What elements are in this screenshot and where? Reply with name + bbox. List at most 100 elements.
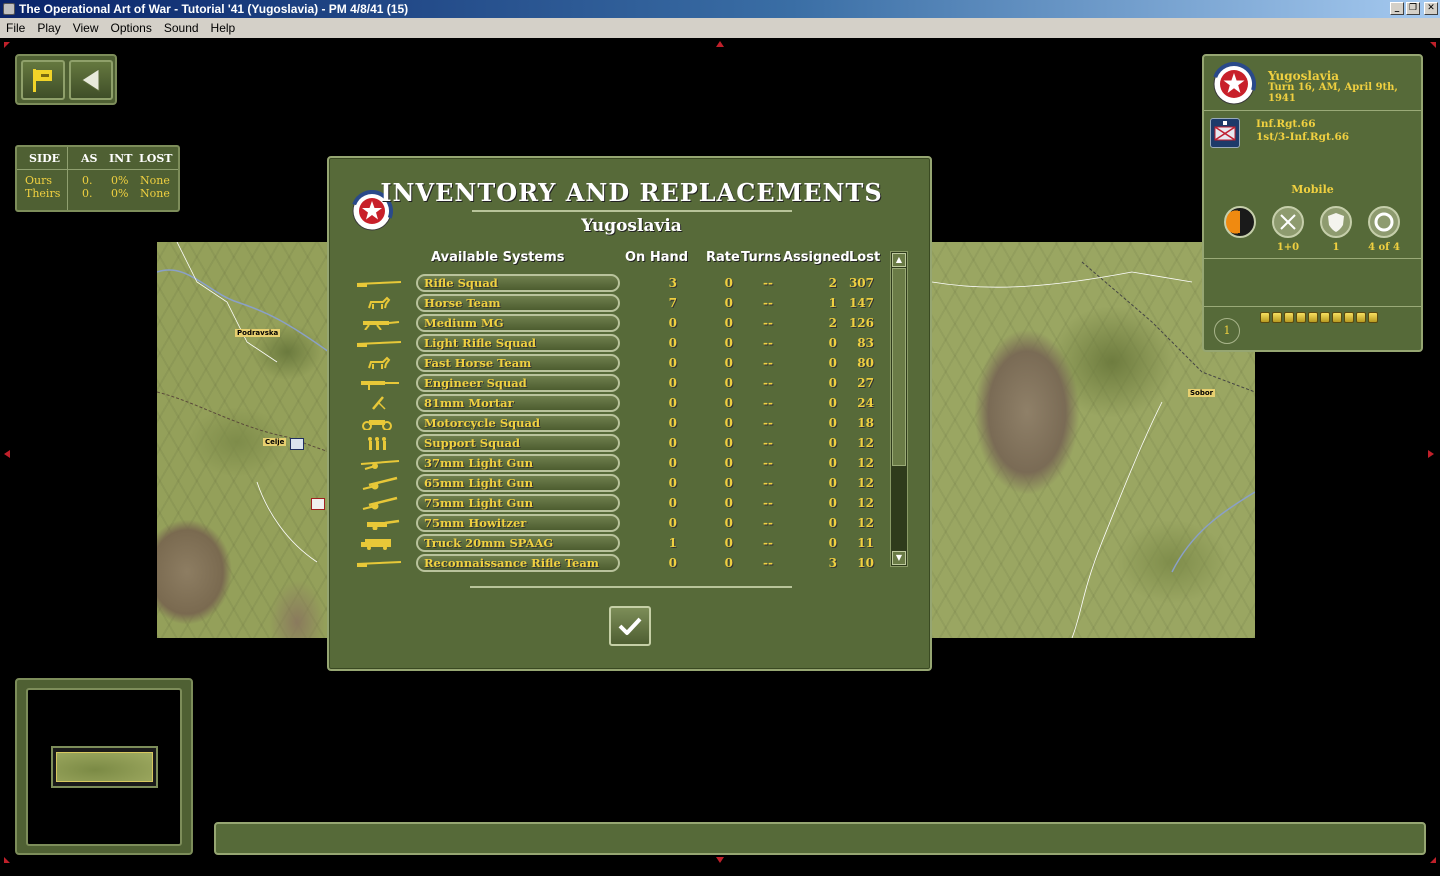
defense-value: 1 bbox=[1332, 242, 1340, 253]
scroll-up-marker[interactable] bbox=[716, 41, 724, 47]
lost-value: 24 bbox=[857, 396, 874, 410]
rate-value: 0 bbox=[724, 556, 733, 570]
system-name-button[interactable]: Horse Team bbox=[416, 294, 620, 312]
inventory-row[interactable]: Fast Horse Team 0 0 -- 0 80 bbox=[329, 353, 899, 373]
assigned-value: 0 bbox=[828, 436, 837, 450]
assigned-value: 0 bbox=[828, 496, 837, 510]
system-name-button[interactable]: Engineer Squad bbox=[416, 374, 620, 392]
unit-counter[interactable] bbox=[311, 498, 325, 510]
inventory-row[interactable]: Light Rifle Squad 0 0 -- 0 83 bbox=[329, 333, 899, 353]
engineer-icon bbox=[361, 381, 399, 390]
as-header: AS bbox=[81, 152, 98, 165]
ring-icon bbox=[1374, 212, 1394, 232]
menu-sound[interactable]: Sound bbox=[158, 21, 205, 35]
menu-view[interactable]: View bbox=[67, 21, 105, 35]
scroll-down-marker[interactable] bbox=[716, 857, 724, 863]
strength-pip bbox=[1368, 312, 1378, 323]
system-name-button[interactable]: Medium MG bbox=[416, 314, 620, 332]
minimap-box bbox=[15, 678, 193, 855]
scroll-up-button[interactable]: ▲ bbox=[892, 253, 906, 267]
inventory-row[interactable]: Engineer Squad 0 0 -- 0 27 bbox=[329, 373, 899, 393]
minimap[interactable] bbox=[51, 746, 158, 788]
assigned-value: 0 bbox=[828, 476, 837, 490]
scroll-thumb[interactable] bbox=[892, 268, 906, 466]
ok-button[interactable] bbox=[609, 606, 651, 646]
inventory-row[interactable]: 75mm Howitzer 0 0 -- 0 12 bbox=[329, 513, 899, 533]
rate-value: 0 bbox=[724, 496, 733, 510]
inventory-row[interactable]: 37mm Light Gun 0 0 -- 0 12 bbox=[329, 453, 899, 473]
infantry-unit-icon[interactable] bbox=[1210, 118, 1240, 148]
scroll-right-marker[interactable] bbox=[1428, 450, 1434, 458]
system-name-button[interactable]: Light Rifle Squad bbox=[416, 334, 620, 352]
turns-value: -- bbox=[763, 316, 773, 330]
turn-info: Turn 16, AM, April 9th, 1941 bbox=[1268, 82, 1398, 104]
scroll-down-button[interactable]: ▼ bbox=[892, 551, 906, 565]
assigned-value: 0 bbox=[828, 356, 837, 370]
system-name-button[interactable]: Reconnaissance Rifle Team bbox=[416, 554, 620, 572]
defense-shield-icon[interactable] bbox=[1320, 206, 1352, 238]
inventory-row[interactable]: Rifle Squad 3 0 -- 2 307 bbox=[329, 273, 899, 293]
game-window: The Operational Art of War - Tutorial '4… bbox=[0, 0, 1440, 876]
lost-value: 10 bbox=[857, 556, 874, 570]
inventory-row[interactable]: Horse Team 7 0 -- 1 147 bbox=[329, 293, 899, 313]
turns-value: -- bbox=[763, 556, 773, 570]
menu-play[interactable]: Play bbox=[31, 21, 66, 35]
system-name-button[interactable]: Truck 20mm SPAAG bbox=[416, 534, 620, 552]
system-name-button[interactable]: 75mm Howitzer bbox=[416, 514, 620, 532]
system-name-button[interactable]: 65mm Light Gun bbox=[416, 474, 620, 492]
flag-button[interactable] bbox=[21, 60, 65, 100]
readiness-dial-icon bbox=[1229, 211, 1251, 233]
menu-help[interactable]: Help bbox=[205, 21, 242, 35]
strength-pip bbox=[1320, 312, 1330, 323]
light-gun-icon bbox=[360, 460, 400, 470]
turns-value: -- bbox=[763, 516, 773, 530]
crossed-swords-icon bbox=[1280, 214, 1296, 230]
assigned-value: 0 bbox=[828, 336, 837, 350]
lost-value: 83 bbox=[857, 336, 874, 350]
on-hand-value: 3 bbox=[668, 276, 677, 290]
system-name-button[interactable]: Support Squad bbox=[416, 434, 620, 452]
system-name-button[interactable]: Fast Horse Team bbox=[416, 354, 620, 372]
attack-swords-icon[interactable] bbox=[1272, 206, 1304, 238]
inventory-row[interactable]: Support Squad 0 0 -- 0 12 bbox=[329, 433, 899, 453]
system-name-button[interactable]: 75mm Light Gun bbox=[416, 494, 620, 512]
minimize-button[interactable]: _ bbox=[1390, 2, 1404, 15]
inventory-row[interactable]: Motorcycle Squad 0 0 -- 0 18 bbox=[329, 413, 899, 433]
menu-file[interactable]: File bbox=[0, 21, 31, 35]
on-hand-value: 0 bbox=[668, 316, 677, 330]
attack-value: 1+0 bbox=[1276, 242, 1300, 253]
on-hand-value: 0 bbox=[668, 356, 677, 370]
back-button[interactable] bbox=[69, 60, 113, 100]
restore-button[interactable]: ❐ bbox=[1406, 2, 1420, 15]
map-area-left[interactable]: Podravska Celje bbox=[157, 242, 329, 638]
movement-ring-icon[interactable] bbox=[1368, 206, 1400, 238]
strength-pip bbox=[1344, 312, 1354, 323]
system-name-button[interactable]: 37mm Light Gun bbox=[416, 454, 620, 472]
motorcycle-icon bbox=[362, 420, 392, 430]
table-divider bbox=[17, 169, 178, 170]
inventory-scrollbar[interactable]: ▲ ▼ bbox=[890, 251, 908, 567]
inventory-row[interactable]: 75mm Light Gun 0 0 -- 0 12 bbox=[329, 493, 899, 513]
strength-pip bbox=[1272, 312, 1282, 323]
inventory-row[interactable]: Medium MG 0 0 -- 2 126 bbox=[329, 313, 899, 333]
inventory-row[interactable]: Reconnaissance Rifle Team 0 0 -- 3 10 bbox=[329, 553, 899, 573]
assigned-value: 2 bbox=[828, 316, 837, 330]
inventory-row[interactable]: 65mm Light Gun 0 0 -- 0 12 bbox=[329, 473, 899, 493]
close-button[interactable]: ✕ bbox=[1424, 2, 1438, 15]
assigned-value: 0 bbox=[828, 396, 837, 410]
window-title: The Operational Art of War - Tutorial '4… bbox=[19, 2, 409, 16]
lost-value: 12 bbox=[857, 516, 874, 530]
strength-pip bbox=[1296, 312, 1306, 323]
readiness-icon[interactable] bbox=[1224, 206, 1256, 238]
inventory-row[interactable]: 81mm Mortar 0 0 -- 0 24 bbox=[329, 393, 899, 413]
scroll-left-marker[interactable] bbox=[4, 450, 10, 458]
menu-options[interactable]: Options bbox=[104, 21, 157, 35]
system-name-button[interactable]: Motorcycle Squad bbox=[416, 414, 620, 432]
lost-value: 80 bbox=[857, 356, 874, 370]
system-name-button[interactable]: Rifle Squad bbox=[416, 274, 620, 292]
unit-counter[interactable] bbox=[290, 438, 304, 450]
title-bar[interactable]: The Operational Art of War - Tutorial '4… bbox=[0, 0, 1440, 18]
system-name-button[interactable]: 81mm Mortar bbox=[416, 394, 620, 412]
rifle-icon bbox=[356, 341, 402, 347]
inventory-row[interactable]: Truck 20mm SPAAG 1 0 -- 0 11 bbox=[329, 533, 899, 553]
